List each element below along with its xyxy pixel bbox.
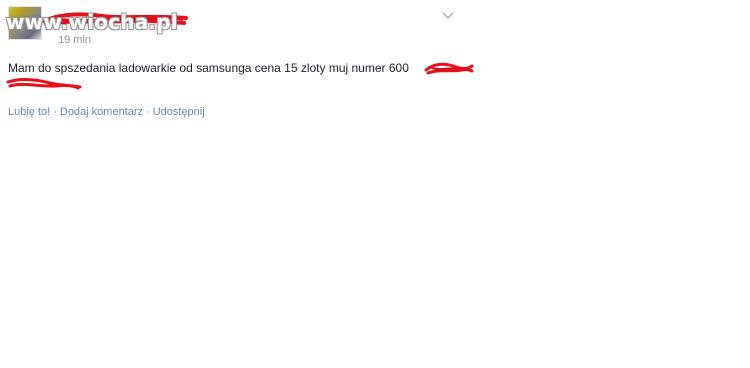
chevron-down-icon[interactable] — [440, 8, 456, 24]
redaction-scribble-number — [424, 62, 474, 75]
action-separator: · — [146, 106, 150, 118]
watermark: www.wiocha.pl — [6, 10, 178, 34]
share-link[interactable]: Udostępnij — [153, 106, 205, 118]
action-separator: · — [53, 106, 57, 118]
facebook-post: www.wiocha.pl 19 min Mam do spszedania l… — [0, 0, 750, 368]
post-header: www.wiocha.pl 19 min — [0, 0, 750, 52]
like-link[interactable]: Lubię to! — [8, 106, 50, 118]
redaction-scribble-line — [6, 78, 82, 90]
post-actions: Lubię to! · Dodaj komentarz · Udostępnij — [8, 105, 205, 119]
comment-link[interactable]: Dodaj komentarz — [60, 106, 143, 118]
post-timestamp[interactable]: 19 min — [58, 33, 91, 47]
